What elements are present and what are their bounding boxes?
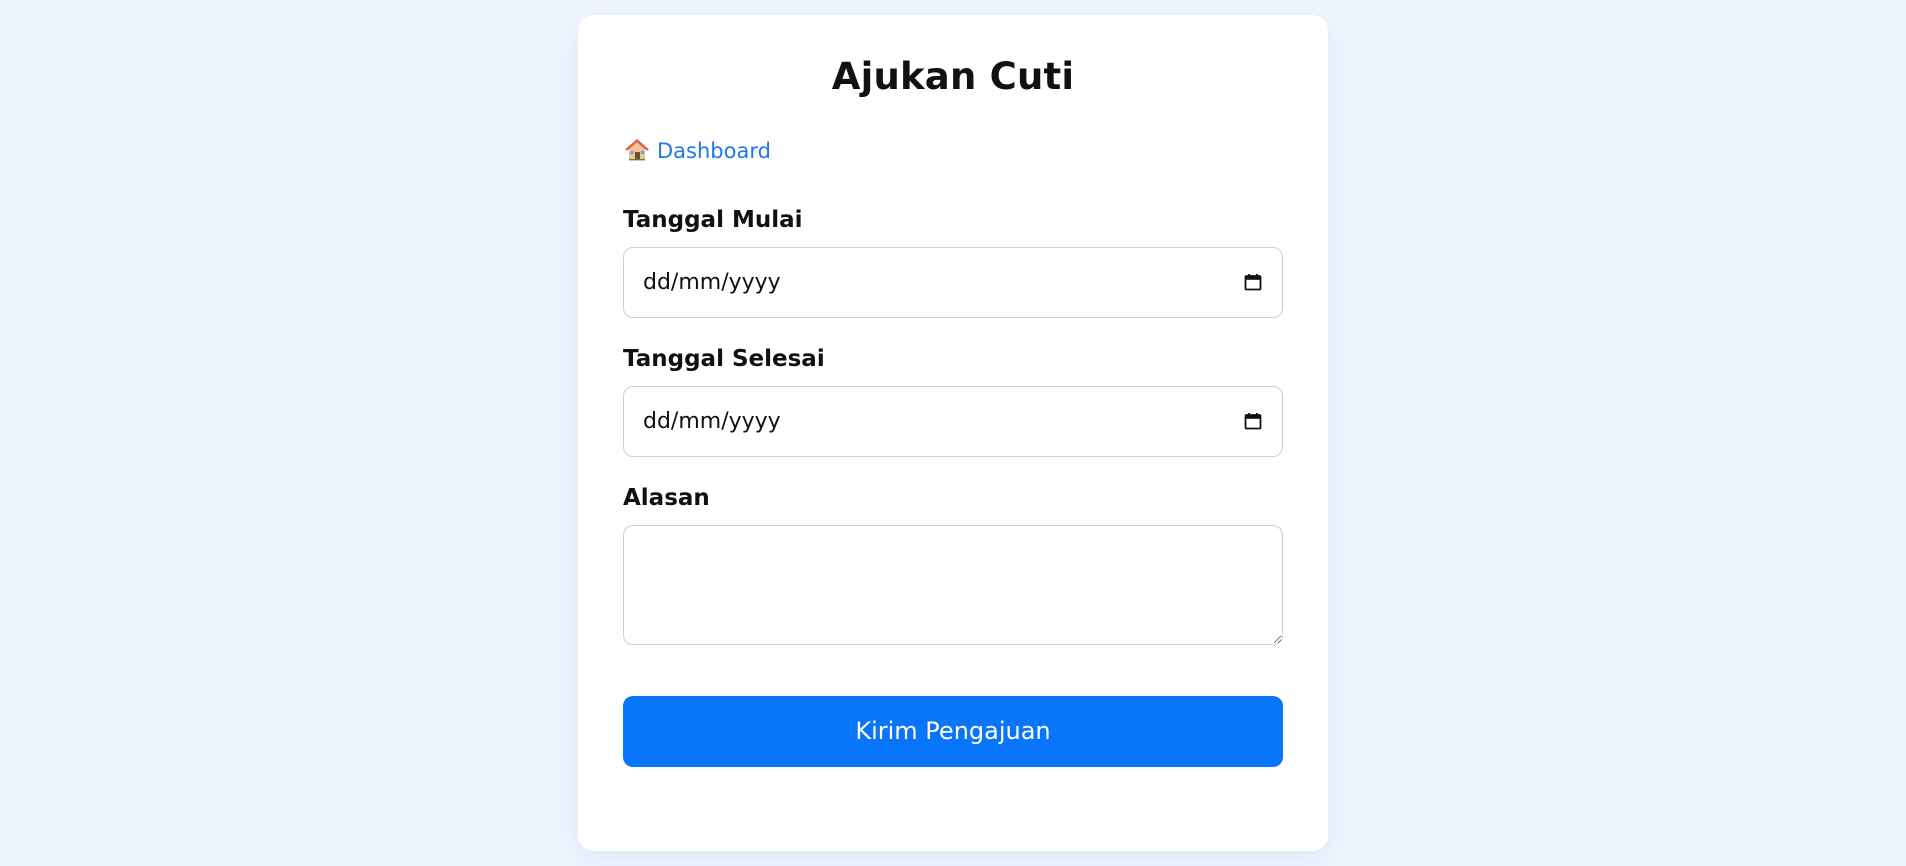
dashboard-link-label: Dashboard	[657, 138, 771, 163]
calendar-icon[interactable]	[1244, 412, 1262, 430]
reason-group: Alasan	[623, 485, 1283, 645]
dashboard-link[interactable]: Dashboard	[625, 136, 771, 166]
start-date-placeholder: dd/mm/yyyy	[643, 269, 781, 295]
start-date-group: Tanggal Mulai dd/mm/yyyy	[623, 207, 1283, 318]
page-title: Ajukan Cuti	[831, 55, 1075, 98]
end-date-group: Tanggal Selesai dd/mm/yyyy	[623, 346, 1283, 457]
end-date-placeholder: dd/mm/yyyy	[643, 408, 781, 434]
start-date-input[interactable]: dd/mm/yyyy	[623, 246, 1283, 318]
submit-button[interactable]: Kirim Pengajuan	[623, 695, 1283, 767]
calendar-icon[interactable]	[1244, 273, 1262, 291]
house-icon	[625, 138, 649, 161]
start-date-label: Tanggal Mulai	[623, 206, 803, 233]
reason-label: Alasan	[623, 484, 710, 511]
end-date-input[interactable]: dd/mm/yyyy	[623, 385, 1283, 457]
leave-request-card: Ajukan Cuti Dashboard Tanggal Mulai dd/m…	[578, 15, 1328, 851]
reason-textarea[interactable]	[623, 524, 1283, 645]
end-date-label: Tanggal Selesai	[623, 345, 825, 372]
